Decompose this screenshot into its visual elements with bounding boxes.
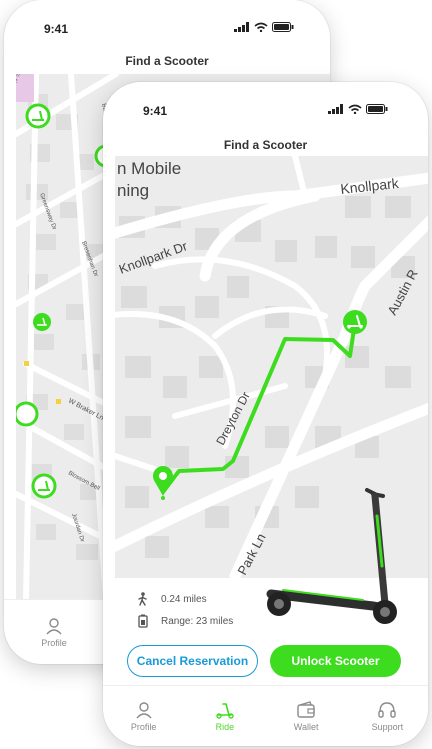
unlock-scooter-button[interactable]: Unlock Scooter bbox=[270, 645, 401, 677]
distance-row: 0.24 miles bbox=[137, 592, 207, 606]
battery-icon bbox=[272, 22, 294, 32]
tab-profile[interactable]: Profile bbox=[114, 701, 174, 732]
tab-support[interactable]: Support bbox=[357, 701, 417, 732]
scooter-marker[interactable] bbox=[33, 313, 51, 331]
wifi-icon bbox=[348, 104, 362, 114]
distance-text: 0.24 miles bbox=[161, 593, 207, 605]
tab-label: Support bbox=[371, 721, 404, 732]
signal-icon bbox=[328, 104, 343, 114]
map-poi bbox=[56, 399, 61, 404]
front-phone: 9:41 Find a Scooter n Mobile ning Knollp… bbox=[103, 82, 428, 746]
wifi-icon bbox=[254, 22, 268, 32]
status-bar: 9:41 bbox=[4, 0, 330, 40]
scooter-marker[interactable] bbox=[343, 310, 367, 334]
tab-bar: Profile Ride Wallet Support bbox=[103, 685, 428, 746]
poi-label-line2: ning bbox=[117, 181, 149, 200]
range-row: Range: 23 miles bbox=[137, 614, 233, 628]
walking-icon bbox=[138, 592, 147, 606]
profile-icon bbox=[136, 701, 152, 718]
scooter-marker[interactable] bbox=[25, 103, 51, 129]
tab-ride[interactable]: Ride bbox=[195, 701, 255, 732]
map-poi bbox=[24, 361, 29, 366]
signal-icon bbox=[234, 22, 249, 32]
status-icons bbox=[234, 22, 294, 32]
headset-icon bbox=[378, 701, 397, 718]
tab-label: Ride bbox=[215, 721, 235, 732]
poi-label-line1: n Mobile bbox=[117, 159, 181, 178]
page-title: Find a Scooter bbox=[125, 54, 209, 68]
scooter-illustration bbox=[266, 488, 397, 624]
status-icons bbox=[328, 104, 388, 114]
battery-range-icon bbox=[138, 614, 148, 628]
scooter-icon bbox=[216, 702, 234, 719]
scooter-marker[interactable] bbox=[31, 473, 57, 499]
cancel-reservation-button[interactable]: Cancel Reservation bbox=[127, 645, 258, 677]
tab-wallet[interactable]: Wallet bbox=[276, 700, 336, 732]
page-title: Find a Scooter bbox=[223, 138, 308, 152]
status-time: 9:41 bbox=[44, 22, 69, 36]
tab-label: Profile bbox=[41, 637, 67, 648]
status-bar: 9:41 bbox=[103, 82, 428, 122]
profile-icon bbox=[46, 617, 62, 634]
tab-label: Wallet bbox=[293, 721, 319, 732]
battery-icon bbox=[366, 104, 388, 114]
scooter-marker[interactable] bbox=[16, 401, 39, 427]
tab-profile[interactable]: Profile bbox=[24, 617, 84, 648]
range-text: Range: 23 miles bbox=[161, 615, 234, 627]
notch bbox=[88, 0, 246, 24]
wallet-icon bbox=[297, 700, 315, 718]
tab-label: Profile bbox=[130, 721, 157, 732]
status-time: 9:41 bbox=[143, 104, 168, 118]
